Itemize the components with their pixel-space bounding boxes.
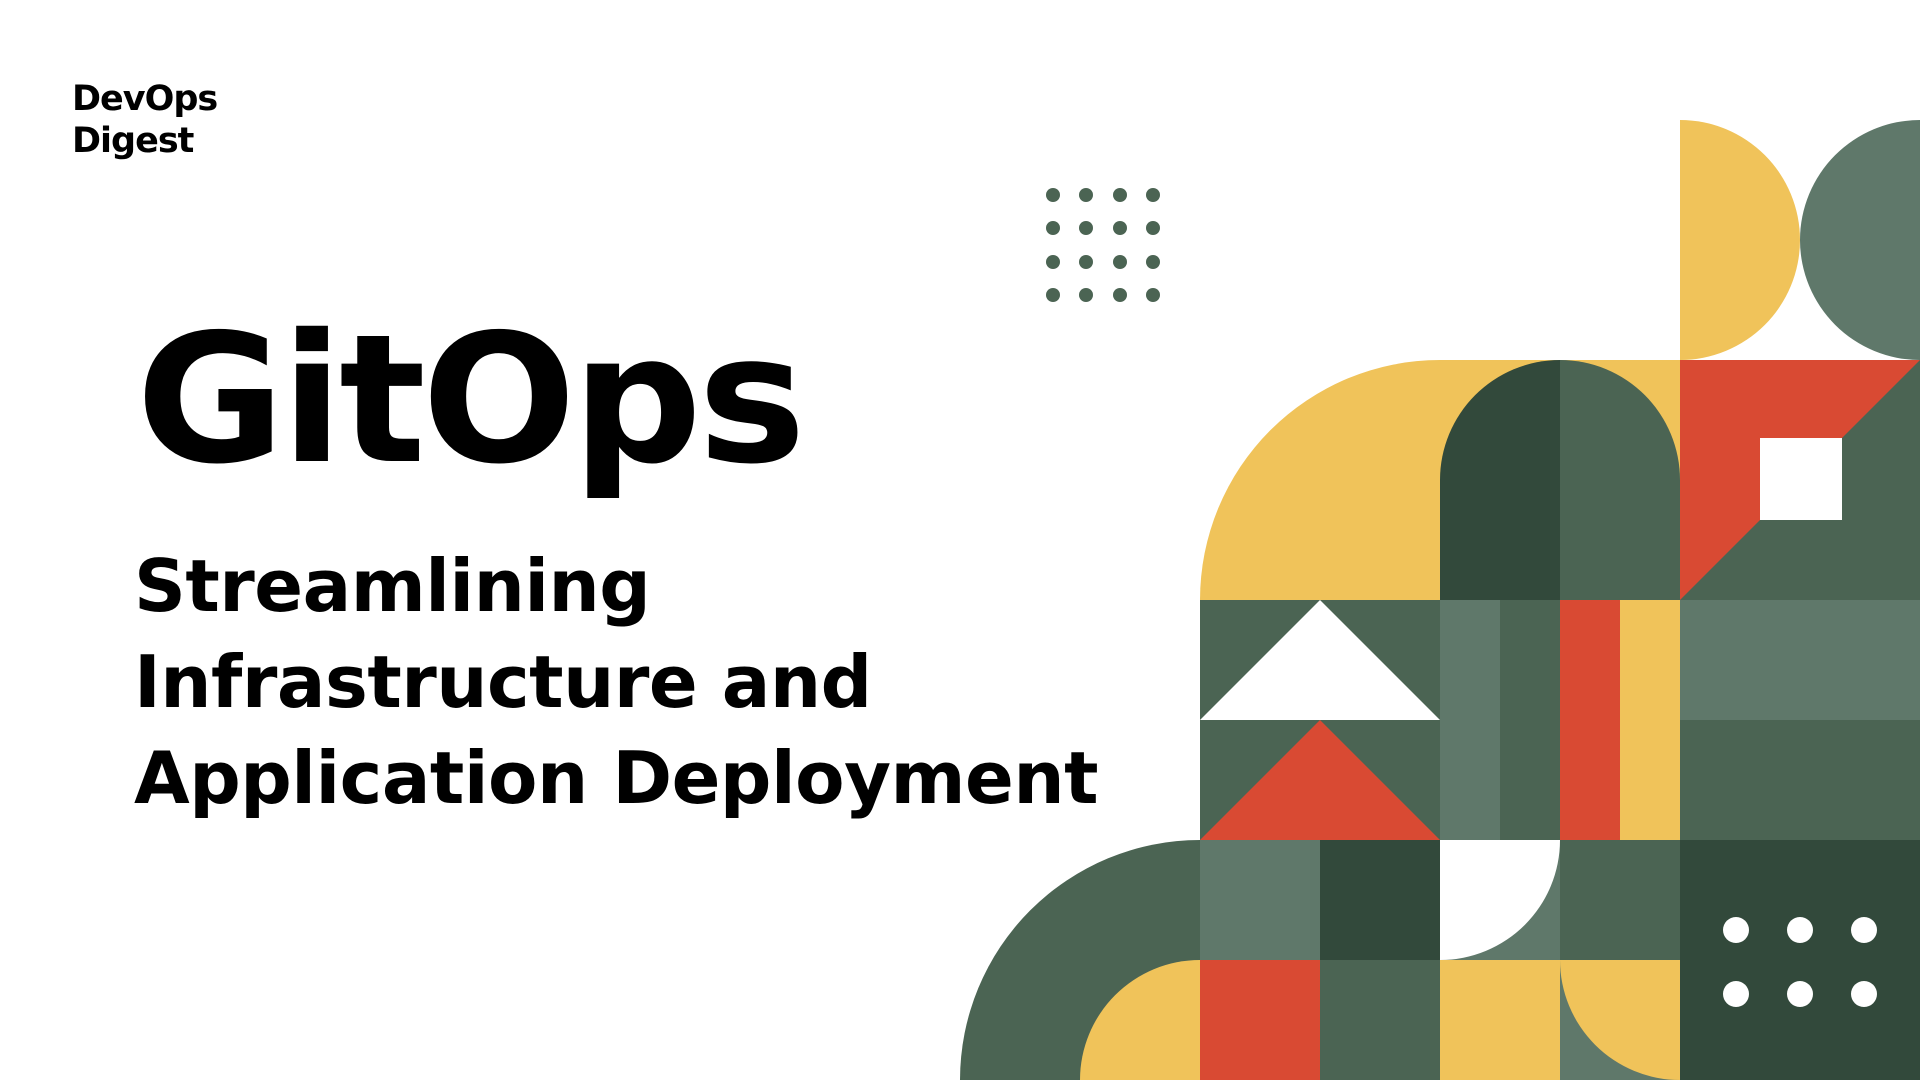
yellow-stripe-shape xyxy=(1620,600,1680,840)
geometric-pattern-decoration xyxy=(960,120,1920,1080)
red-stripe-shape xyxy=(1560,600,1620,840)
white-square-shape xyxy=(1760,438,1842,520)
sage-half-circle-shape xyxy=(1800,120,1920,360)
yellow-half-circle-shape xyxy=(1680,120,1800,360)
slide: DevOps Digest GitOps Streamlining Infras… xyxy=(0,0,1920,1080)
